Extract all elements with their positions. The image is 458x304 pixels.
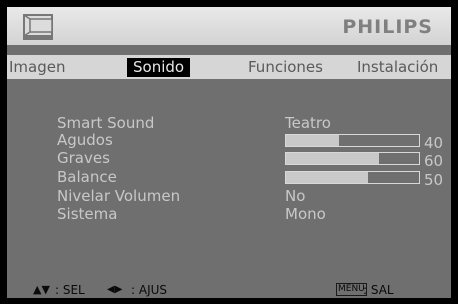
sistema-label[interactable]: Sistema xyxy=(57,206,117,222)
balance-slider[interactable] xyxy=(285,171,420,184)
up-down-arrows-icon: ▲▼ xyxy=(33,283,50,296)
agudos-slider-fill xyxy=(286,135,340,146)
menu-header: PHILIPS xyxy=(7,7,451,45)
tab-sonido[interactable]: Sonido xyxy=(127,58,191,77)
tab-imagen[interactable]: Imagen xyxy=(9,58,65,77)
graves-value: 60 xyxy=(424,152,444,170)
smart-sound-value[interactable]: Teatro xyxy=(285,115,331,131)
tab-instalacion[interactable]: Instalación xyxy=(357,58,438,77)
tab-funciones[interactable]: Funciones xyxy=(248,58,323,77)
brand-logo: PHILIPS xyxy=(342,16,433,38)
smart-sound-label[interactable]: Smart Sound xyxy=(57,115,154,131)
ajus-hint: : AJUS xyxy=(131,283,168,297)
osd-menu: PHILIPS Imagen Sonido Funciones Instalac… xyxy=(7,7,451,298)
agudos-slider[interactable] xyxy=(285,134,420,147)
graves-slider-fill xyxy=(286,153,380,164)
balance-value: 50 xyxy=(424,171,444,189)
sistema-value[interactable]: Mono xyxy=(285,206,326,222)
nivelar-volumen-value[interactable]: No xyxy=(285,188,305,204)
sel-hint: : SEL xyxy=(55,283,85,297)
graves-slider[interactable] xyxy=(285,152,420,165)
nivelar-volumen-label[interactable]: Nivelar Volumen xyxy=(57,188,180,204)
balance-slider-fill xyxy=(286,172,369,183)
left-right-arrows-icon: ◀▶ xyxy=(107,284,123,295)
graves-label[interactable]: Graves xyxy=(57,150,110,166)
tab-bar: Imagen Sonido Funciones Instalación xyxy=(7,55,451,79)
tv-icon xyxy=(23,14,53,40)
balance-label[interactable]: Balance xyxy=(57,169,117,185)
agudos-label[interactable]: Agudos xyxy=(57,132,113,148)
key-legend: ▲▼ : SEL ◀▶ : AJUS MENU : SAL xyxy=(7,280,451,298)
sal-hint: : SAL xyxy=(363,283,394,297)
agudos-value: 40 xyxy=(424,134,444,152)
